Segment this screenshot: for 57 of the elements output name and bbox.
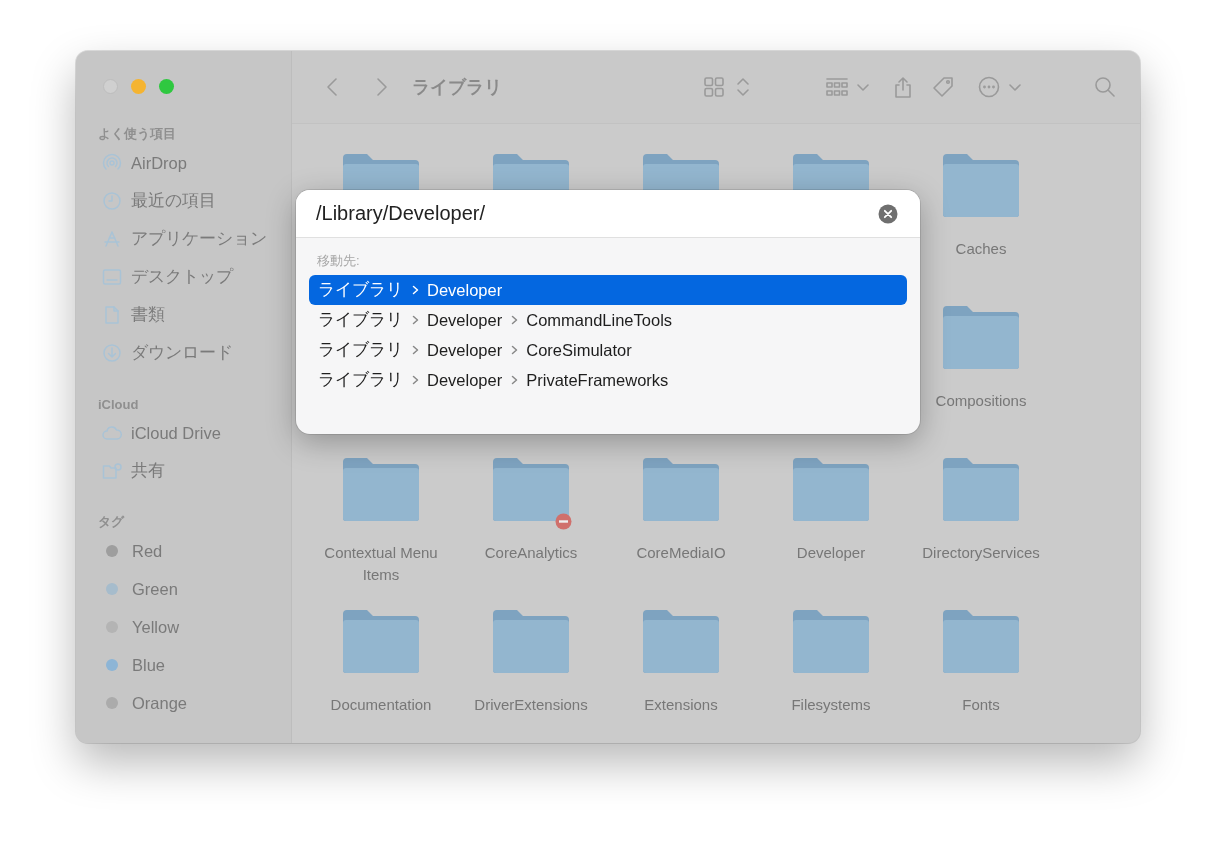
sidebar-item[interactable]: Red <box>132 541 163 561</box>
sidebar-item[interactable]: アプリケーション <box>131 228 267 250</box>
folder-name: CoreAnalytics <box>483 543 579 563</box>
folder-name: CoreMediaIO <box>635 543 727 563</box>
sidebar-item[interactable]: AirDrop <box>131 153 187 173</box>
sidebar-item[interactable]: 共有 <box>131 460 165 482</box>
share-icon[interactable] <box>892 76 914 98</box>
folder-name: DriverExtensions <box>473 695 589 715</box>
sidebar-item[interactable]: iCloud Drive <box>131 423 221 443</box>
document-icon <box>102 305 122 325</box>
shared-folder-icon <box>102 461 122 481</box>
folder-name: Developer <box>795 543 867 563</box>
sidebar-item[interactable]: Green <box>132 579 178 599</box>
window-title: ライブラリ <box>412 76 502 99</box>
sidebar-item[interactable]: 最近の項目 <box>131 190 216 212</box>
folder-name: Documentation <box>329 695 433 715</box>
path-suggestion[interactable]: ライブラリ Developer <box>309 275 907 305</box>
path-suggestion[interactable]: ライブラリ Developer CoreSimulator <box>309 335 907 365</box>
folder-name: Compositions <box>934 391 1028 411</box>
minimize-button[interactable] <box>131 79 146 94</box>
sidebar-item[interactable]: Orange <box>132 693 188 713</box>
chevron-right-icon <box>410 284 420 296</box>
chevron-right-icon <box>509 314 520 326</box>
sidebar-item[interactable]: 書類 <box>131 304 165 326</box>
download-icon <box>102 343 122 363</box>
path-input[interactable]: /Library/Developer/ <box>316 199 878 228</box>
ellipsis-icon[interactable] <box>978 76 1000 98</box>
cloud-icon <box>102 423 122 443</box>
search-icon[interactable] <box>1094 76 1116 98</box>
zoom-button[interactable] <box>159 79 174 94</box>
folder-name: Fonts <box>961 695 1001 715</box>
apps-icon <box>102 229 122 249</box>
section-label: 移動先: <box>317 252 361 270</box>
group-icon[interactable] <box>826 76 848 98</box>
chevron-right-icon <box>509 344 520 356</box>
folder-name: Caches <box>954 239 1008 259</box>
path-field[interactable]: /Library/Developer/ <box>296 190 920 238</box>
sidebar-item[interactable]: Yellow <box>132 617 180 637</box>
folder-name: Filesystems <box>790 695 872 715</box>
desktop-icon <box>102 267 122 287</box>
clock-icon <box>102 191 122 211</box>
path-suggestion[interactable]: ライブラリ Developer PrivateFrameworks <box>309 365 907 395</box>
chevron-right-icon <box>410 374 420 386</box>
folder-name: Contextual Menu Items <box>323 543 439 585</box>
clear-icon[interactable] <box>878 203 898 224</box>
airdrop-icon <box>102 153 122 173</box>
sidebar-item[interactable]: Blue <box>132 655 166 675</box>
tag-icon[interactable] <box>932 76 954 98</box>
sidebar-item[interactable]: デスクトップ <box>131 266 233 288</box>
chevron-right-icon <box>410 344 420 356</box>
chevron-right-icon <box>410 314 420 326</box>
chevron-right-icon <box>509 374 520 386</box>
sidebar-item[interactable]: ダウンロード <box>131 342 233 364</box>
path-suggestion[interactable]: ライブラリ Developer CommandLineTools <box>309 305 907 335</box>
grid-view-icon[interactable] <box>703 76 725 98</box>
folder-name: DirectoryServices <box>921 543 1041 563</box>
folder-name: Extensions <box>643 695 719 715</box>
